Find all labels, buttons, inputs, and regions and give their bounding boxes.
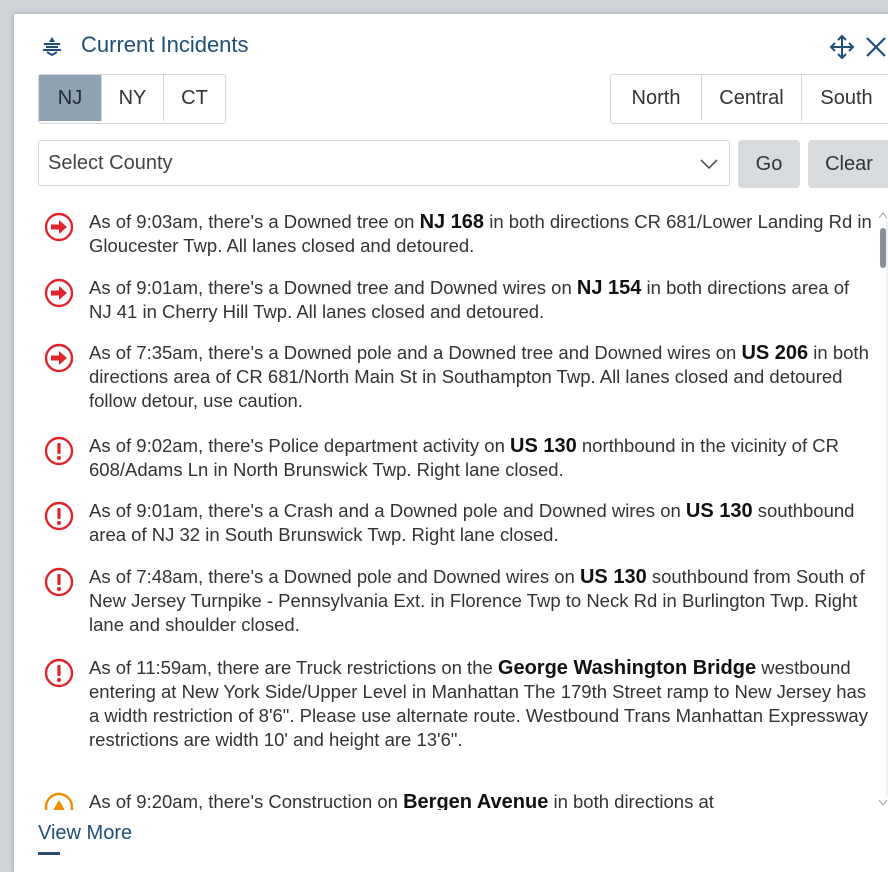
view-more-link[interactable]: View More — [38, 822, 132, 845]
tab-central[interactable]: Central — [701, 75, 801, 121]
arrow-circle-icon — [44, 343, 74, 373]
incident-text: As of 7:35am, there's a Downed pole and … — [89, 341, 874, 413]
incident-road: NJ 154 — [576, 277, 642, 299]
panel-header: Current Incidents — [14, 14, 888, 74]
incident-text-prefix: As of 9:01am, there's a Crash and a Down… — [89, 500, 686, 521]
move-icon[interactable] — [829, 34, 855, 60]
close-icon[interactable] — [864, 35, 888, 59]
scrollbar-track — [878, 212, 888, 806]
incident-text-prefix: As of 11:59am, there are Truck restricti… — [89, 657, 498, 678]
exclamation-circle-icon — [44, 567, 74, 597]
incident-text: As of 11:59am, there are Truck restricti… — [89, 656, 874, 752]
chevron-down-icon — [700, 159, 718, 170]
exclamation-circle-icon — [44, 501, 74, 531]
incident-road: US 130 — [685, 500, 753, 522]
arrow-circle-icon — [44, 278, 74, 308]
tab-north[interactable]: North — [611, 75, 701, 121]
incident-text-prefix: As of 9:02am, there's Police department … — [89, 435, 511, 456]
incident-text: As of 9:02am, there's Police department … — [89, 434, 874, 482]
clear-button[interactable]: Clear — [808, 140, 888, 188]
incident-road: Bergen Avenue — [403, 791, 549, 810]
incident-text: As of 9:01am, there's a Downed tree and … — [89, 276, 874, 324]
incident-text-prefix: As of 9:03am, there's a Downed tree on — [89, 211, 420, 232]
incident-road: US 206 — [741, 342, 809, 364]
county-select[interactable]: Select County — [38, 140, 730, 186]
incident-text-suffix: in both directions at — [548, 791, 714, 810]
incident-text-prefix: As of 7:35am, there's a Downed pole and … — [89, 342, 742, 363]
incident-text-prefix: As of 9:20am, there's Construction on — [89, 791, 404, 810]
road-logo-icon — [43, 37, 61, 57]
incident-text: As of 9:01am, there's a Crash and a Down… — [89, 499, 874, 547]
state-tabs: NJ NY CT — [38, 74, 226, 124]
incident-text: As of 9:03am, there's a Downed tree on N… — [89, 210, 874, 258]
exclamation-circle-icon — [44, 658, 74, 688]
incident-road: NJ 168 — [419, 211, 485, 233]
tab-ct[interactable]: CT — [163, 75, 225, 121]
incident-list[interactable]: As of 9:03am, there's a Downed tree on N… — [42, 210, 874, 810]
incident-road: US 130 — [579, 566, 647, 588]
tab-ny[interactable]: NY — [101, 75, 163, 121]
incident-text: As of 7:48am, there's a Downed pole and … — [89, 565, 874, 637]
view-more-underline — [38, 852, 60, 855]
incident-text-prefix: As of 9:01am, there's a Downed tree and … — [89, 277, 577, 298]
incidents-panel: Current Incidents NJ NY CT North Central… — [14, 14, 888, 872]
tab-nj[interactable]: NJ — [39, 75, 101, 121]
incident-road: George Washington Bridge — [497, 657, 757, 679]
construction-icon — [44, 792, 74, 810]
scrollbar-thumb[interactable] — [880, 228, 886, 268]
go-button[interactable]: Go — [738, 140, 800, 188]
incident-text: As of 9:20am, there's Construction on Be… — [89, 790, 874, 810]
scrollbar[interactable] — [876, 210, 888, 810]
incident-road: US 130 — [510, 435, 577, 457]
tab-south[interactable]: South — [801, 75, 888, 121]
panel-title: Current Incidents — [81, 32, 249, 57]
county-select-value: Select County — [48, 151, 173, 174]
arrow-circle-icon — [44, 212, 74, 242]
incident-text-prefix: As of 7:48am, there's a Downed pole and … — [89, 566, 580, 587]
exclamation-circle-icon — [44, 436, 74, 466]
region-tabs: North Central South — [610, 74, 888, 124]
